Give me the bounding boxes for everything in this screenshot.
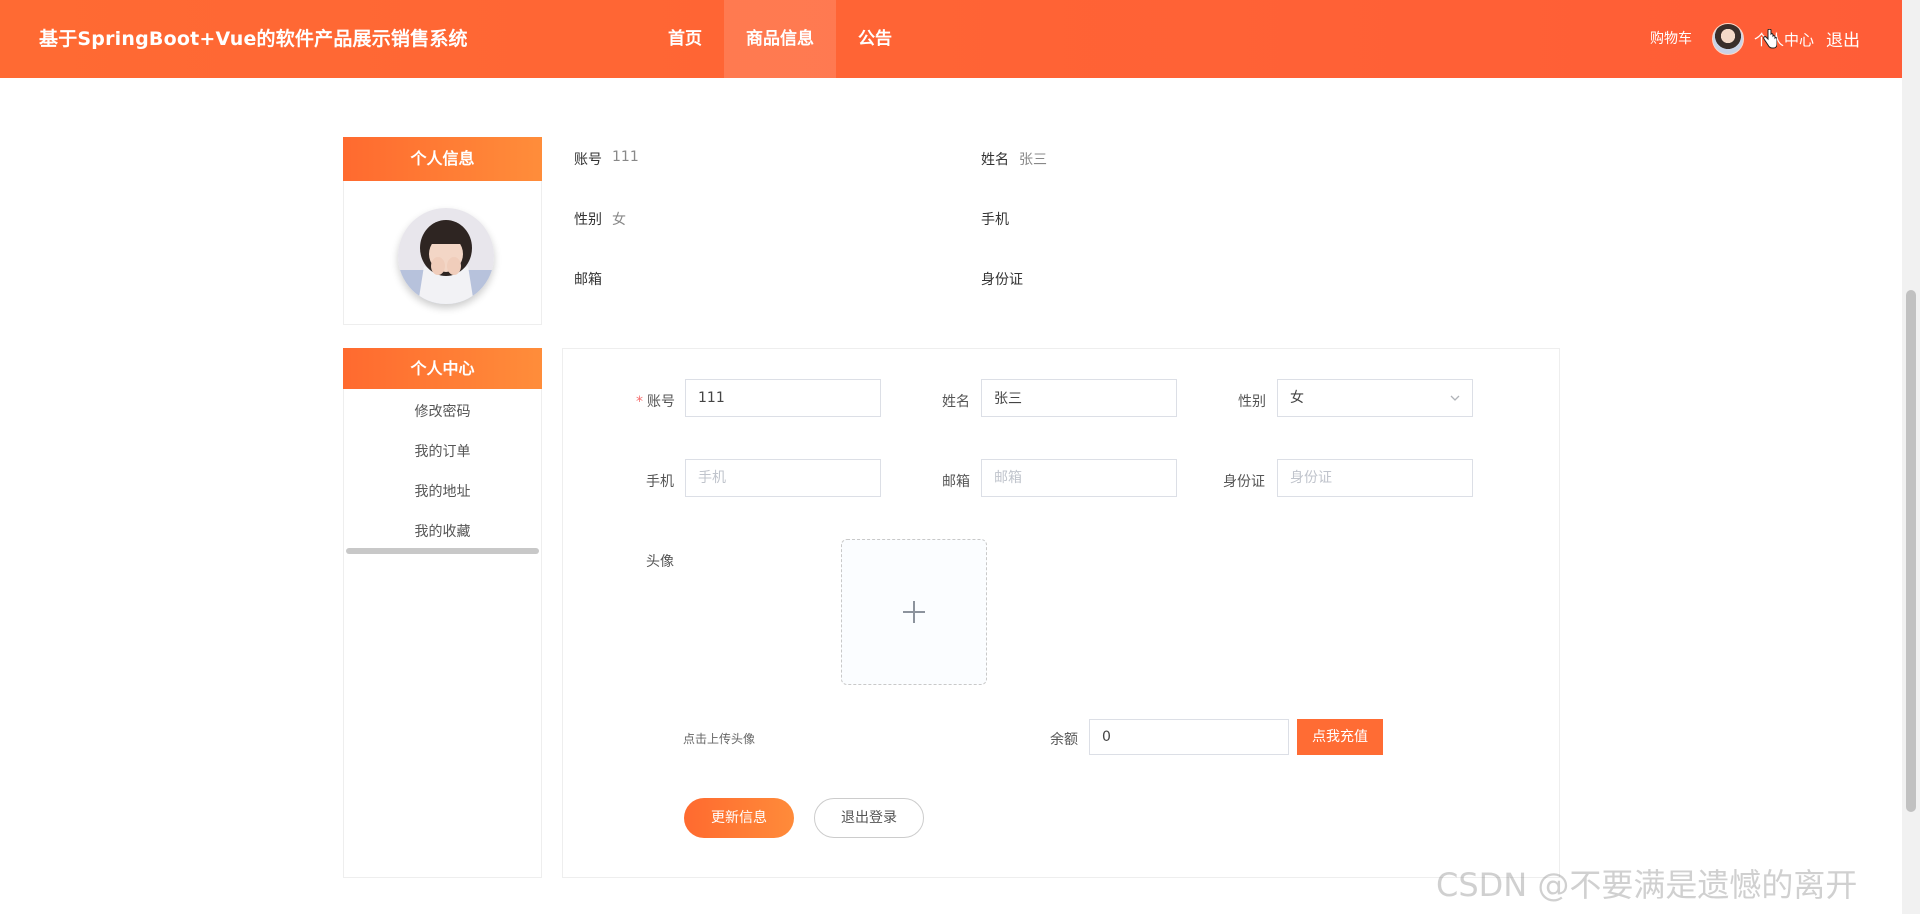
- phone-input[interactable]: [685, 459, 881, 497]
- balance-input[interactable]: [1089, 719, 1289, 755]
- nav-products[interactable]: 商品信息: [724, 0, 836, 78]
- info-email-label: 邮箱: [574, 272, 602, 288]
- account-input[interactable]: [685, 379, 881, 417]
- menu-item-my-orders[interactable]: 我的订单: [344, 441, 541, 461]
- plus-icon: [903, 601, 925, 623]
- info-gender-value: 女: [612, 212, 626, 228]
- form-idcard-label: 身份证: [1223, 474, 1265, 490]
- profile-avatar: [398, 208, 494, 304]
- menu-item-change-password[interactable]: 修改密码: [344, 401, 541, 421]
- chevron-down-icon: [1450, 395, 1460, 401]
- site-title: 基于SpringBoot+Vue的软件产品展示销售系统: [39, 28, 468, 50]
- profile-card: 个人信息: [343, 137, 542, 325]
- form-gender-label: 性别: [1238, 394, 1266, 410]
- avatar-upload-box[interactable]: [841, 539, 987, 685]
- cart-link[interactable]: 购物车: [1650, 28, 1692, 48]
- info-gender-label: 性别: [574, 212, 602, 228]
- info-name-label: 姓名: [981, 152, 1009, 168]
- info-name-value: 张三: [1019, 152, 1047, 168]
- main-nav: 首页 商品信息 公告: [646, 0, 914, 78]
- watermark: CSDN @不要满是遗憾的离开: [1436, 866, 1858, 904]
- email-input[interactable]: [981, 459, 1177, 497]
- form-phone-label: 手机: [646, 474, 674, 490]
- nav-home[interactable]: 首页: [646, 0, 724, 78]
- profile-panel-title: 个人信息: [343, 137, 542, 181]
- profile-form: *账号 姓名 性别 女 手机 邮箱 身份证 头像 点击上传头像 余额 点我充值 …: [562, 348, 1560, 878]
- page-scrollbar-thumb[interactable]: [1906, 290, 1916, 812]
- upload-hint: 点击上传头像: [683, 732, 756, 746]
- update-info-button[interactable]: 更新信息: [684, 798, 794, 838]
- menu-item-my-address[interactable]: 我的地址: [344, 481, 541, 501]
- info-idcard-label: 身份证: [981, 272, 1023, 288]
- form-email-label: 邮箱: [942, 474, 970, 490]
- menu-item-my-favorites[interactable]: 我的收藏: [344, 521, 541, 541]
- header-avatar[interactable]: [1712, 23, 1744, 55]
- menu-scrollbar[interactable]: [346, 548, 539, 554]
- form-name-label: 姓名: [942, 394, 970, 410]
- center-panel-title: 个人中心: [343, 348, 542, 389]
- top-header: 基于SpringBoot+Vue的软件产品展示销售系统 首页 商品信息 公告 购…: [0, 0, 1902, 78]
- form-balance-label: 余额: [1050, 732, 1078, 748]
- logout-link[interactable]: 退出: [1826, 26, 1860, 51]
- idcard-input[interactable]: [1277, 459, 1473, 497]
- nav-notice[interactable]: 公告: [836, 0, 914, 78]
- form-account-label: * 账号: [636, 394, 675, 410]
- gender-select-value: 女: [1290, 390, 1304, 406]
- logout-button[interactable]: 退出登录: [814, 798, 924, 838]
- info-account-label: 账号: [574, 152, 602, 168]
- info-phone-label: 手机: [981, 212, 1009, 228]
- hand-cursor-icon: [1763, 29, 1777, 49]
- center-menu-card: 个人中心 修改密码 我的订单 我的地址 我的收藏: [343, 348, 542, 878]
- form-avatar-label: 头像: [646, 554, 674, 570]
- recharge-button[interactable]: 点我充值: [1297, 719, 1383, 755]
- avatar-photo-icon: [398, 208, 494, 304]
- gender-select[interactable]: 女: [1277, 379, 1473, 417]
- form-account-label-text: 账号: [647, 394, 675, 410]
- name-input[interactable]: [981, 379, 1177, 417]
- info-account-value: 111: [612, 149, 639, 165]
